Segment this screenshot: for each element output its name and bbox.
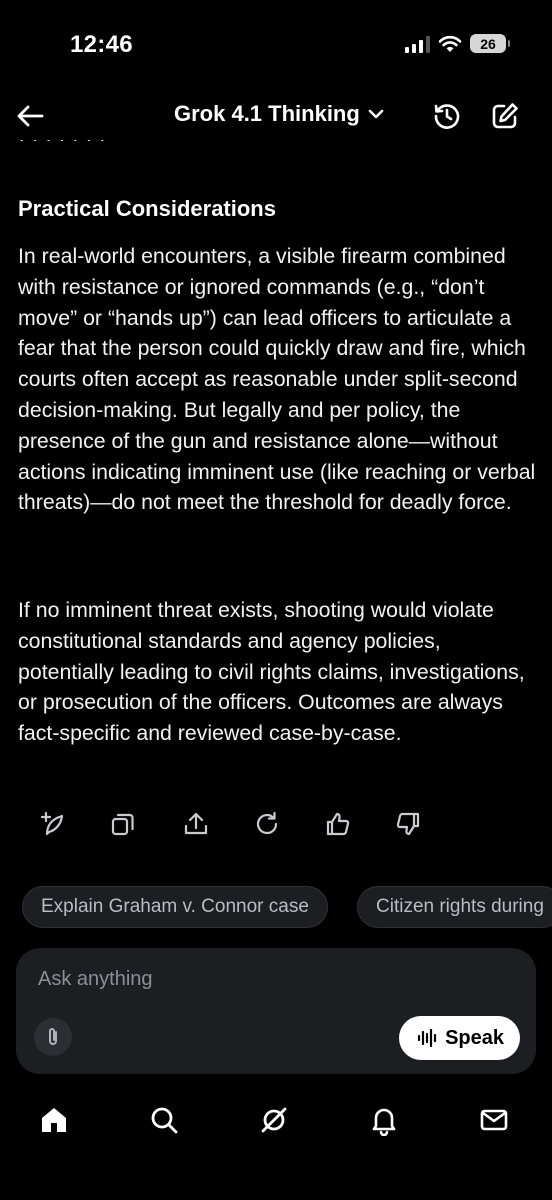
back-arrow-icon (17, 105, 44, 127)
clipped-text-line: · · · · · · · (18, 140, 218, 154)
nav-notifications[interactable] (364, 1100, 404, 1140)
nav-home[interactable] (34, 1100, 74, 1140)
thumbs-down-button[interactable] (390, 806, 426, 842)
attach-button[interactable] (34, 1018, 72, 1056)
copy-icon (111, 813, 134, 836)
regenerate-icon (256, 811, 278, 835)
suggestion-chip[interactable]: Explain Graham v. Connor case (22, 886, 328, 928)
suggestion-chip[interactable]: Citizen rights during (357, 886, 552, 928)
back-button[interactable] (12, 98, 48, 134)
voice-waveform-icon (417, 1029, 437, 1047)
notifications-icon (372, 1108, 396, 1136)
wifi-icon (438, 35, 462, 52)
speak-label: Speak (445, 1026, 504, 1049)
chevron-down-icon (368, 109, 384, 119)
battery-icon: 26 (470, 34, 510, 53)
grok-icon (261, 1107, 287, 1133)
edit-button[interactable] (34, 806, 70, 842)
share-icon (184, 812, 208, 835)
composer: Ask anything Speak (16, 948, 536, 1074)
paperclip-icon (49, 1028, 57, 1045)
battery-level: 26 (480, 35, 496, 52)
model-selector[interactable]: Grok 4.1 Thinking (174, 101, 384, 127)
edit-sparkle-icon (40, 811, 64, 836)
thumbs-up-button[interactable] (320, 806, 356, 842)
message-paragraph: If no imminent threat exists, shooting w… (18, 598, 525, 746)
speak-button[interactable]: Speak (399, 1016, 520, 1060)
search-icon (151, 1107, 178, 1134)
message-actions (30, 806, 450, 842)
model-name: Grok 4.1 Thinking (174, 101, 360, 126)
nav-search[interactable] (144, 1100, 184, 1140)
copy-button[interactable] (105, 806, 141, 842)
home-icon (42, 1108, 66, 1132)
status-indicators: 26 (405, 34, 510, 53)
nav-messages[interactable] (474, 1100, 514, 1140)
messages-icon (480, 1109, 508, 1131)
bottom-nav (0, 1094, 552, 1144)
share-button[interactable] (178, 806, 214, 842)
new-chat-icon (492, 103, 518, 129)
status-bar: 12:46 26 (0, 0, 552, 90)
suggestion-chips: Explain Graham v. Connor case Citizen ri… (22, 886, 552, 928)
history-icon (434, 104, 460, 129)
cellular-signal-icon (405, 35, 430, 53)
thumbs-down-icon (396, 812, 420, 836)
message-paragraph: In real-world encounters, a visible fire… (18, 244, 536, 515)
new-chat-button[interactable] (487, 98, 523, 134)
message-content: · · · · · · · Practical Considerations I… (18, 140, 538, 780)
status-time: 12:46 (70, 31, 133, 58)
section-title: Practical Considerations (18, 196, 276, 221)
thumbs-up-icon (326, 812, 350, 836)
nav-grok[interactable] (254, 1100, 294, 1140)
regenerate-button[interactable] (249, 806, 285, 842)
chat-header: Grok 4.1 Thinking (0, 92, 552, 140)
ask-input[interactable]: Ask anything (38, 968, 153, 991)
history-button[interactable] (429, 98, 465, 134)
